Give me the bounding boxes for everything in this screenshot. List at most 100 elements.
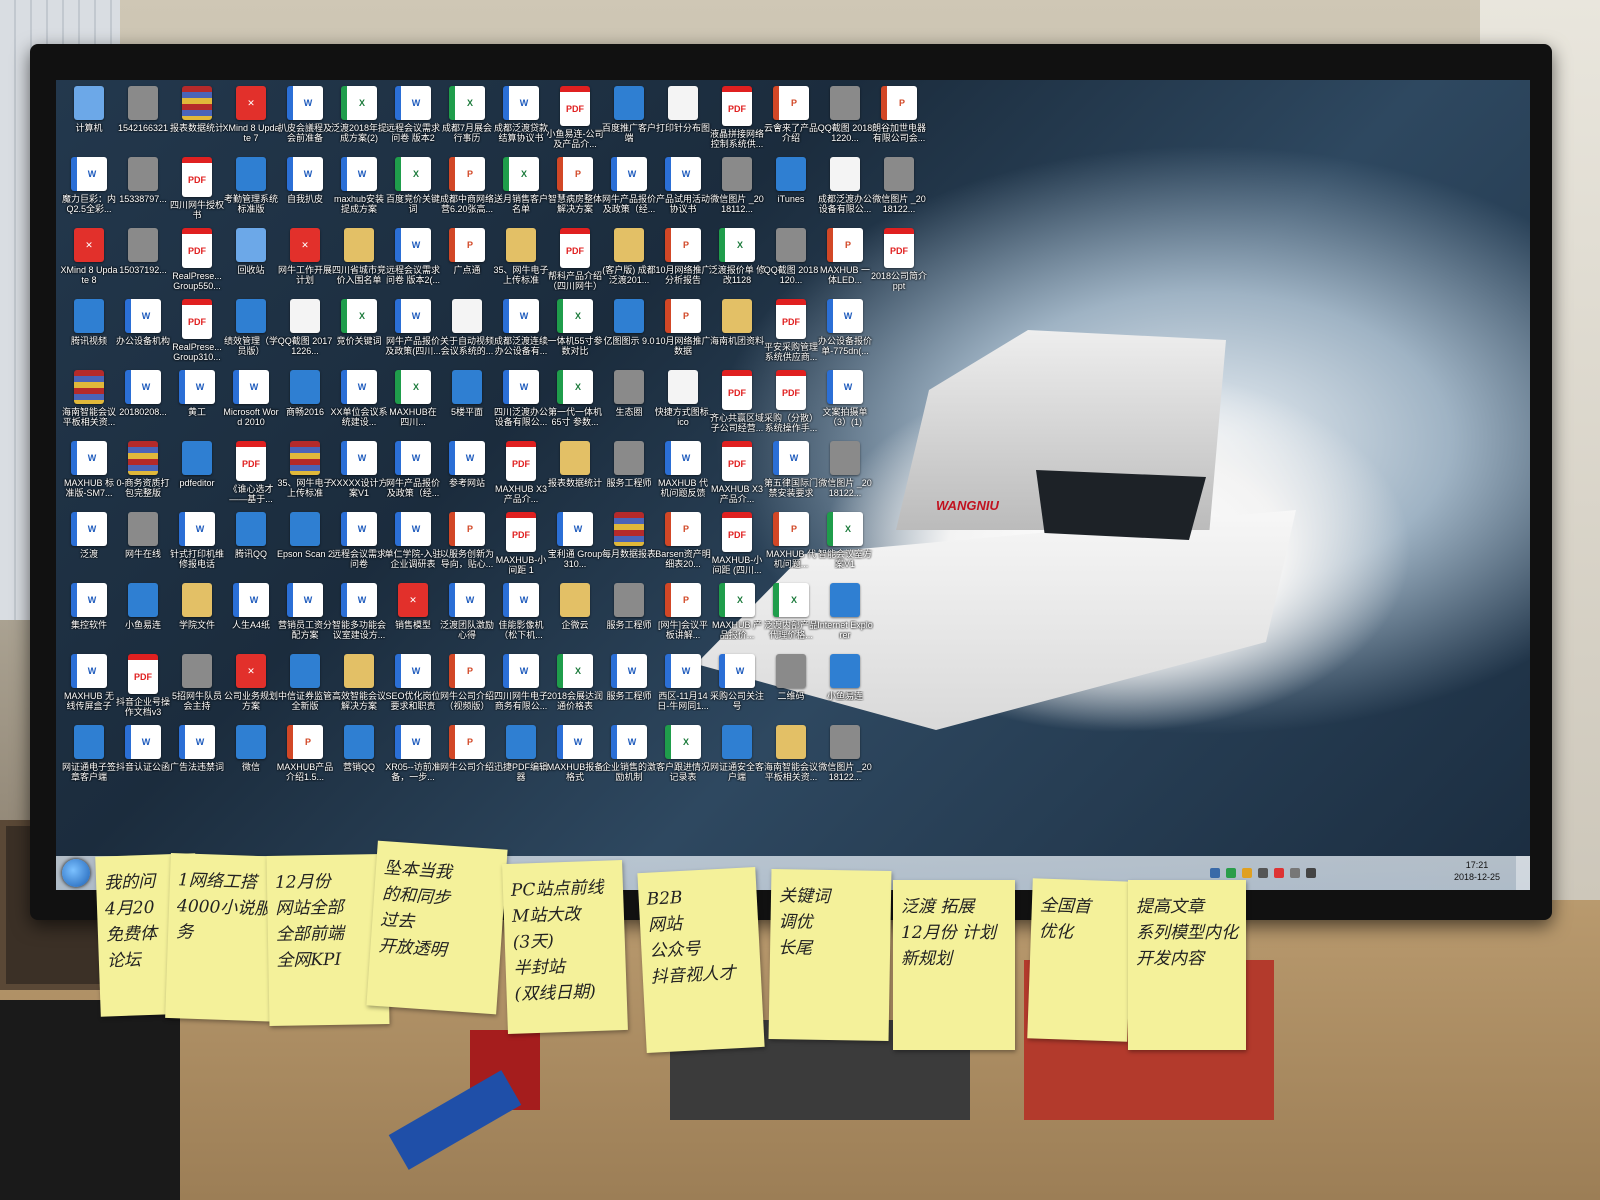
desktop-icon[interactable]: W 网牛产品报价及政策(四川... [384,299,442,367]
desktop-icon[interactable]: X 2018会展达润通价格表 [546,654,604,722]
desktop-icon[interactable]: 生态圈 [600,370,658,438]
desktop-icon[interactable]: W MAXHUB报备格式 [546,725,604,793]
desktop-icon[interactable]: PDF 帮科产品介绍（四川网牛） [546,228,604,296]
desktop-icon[interactable]: W XR05--访前准备，一步... [384,725,442,793]
desktop-icon[interactable]: 考勤管理系统 标准版 [222,157,280,225]
desktop-icon[interactable]: 腾讯QQ [222,512,280,580]
desktop-icon[interactable]: 小鱼易连 [114,583,172,651]
desktop-icon[interactable]: W 企业销售的激励机制 [600,725,658,793]
desktop-icon[interactable]: P 成都中商网络营6.20张高... [438,157,496,225]
desktop-icon[interactable]: W 集控软件 [60,583,118,651]
desktop-icon[interactable]: QQ截图 20181220... [816,86,874,154]
desktop-icon[interactable]: 5楼平面 [438,370,496,438]
clock[interactable]: 17:21 2018-12-25 [1454,859,1500,883]
desktop-icon[interactable]: W 智能多功能会议室建设方... [330,583,388,651]
desktop-icon[interactable]: W 办公设备报价单-775dn(... [816,299,874,367]
desktop-icon[interactable]: W 采购公司关注号 [708,654,766,722]
desktop-icon[interactable]: 海南智能会议平板相关资... [60,370,118,438]
desktop-icon[interactable]: (客户版) 成都泛渡201... [600,228,658,296]
desktop-icon[interactable]: 网牛在线 [114,512,172,580]
desktop-icon[interactable]: X MAXHUB 产品报价... [708,583,766,651]
desktop-icon[interactable]: W MAXHUB 无线传屏盒子 [60,654,118,722]
desktop-icon[interactable]: X 第一代一体机 65寸 参数... [546,370,604,438]
desktop-icon[interactable]: 微信图片 _2018112... [708,157,766,225]
desktop-icon[interactable]: PDF 采购（分散）系统操作手... [762,370,820,438]
desktop-icon[interactable]: W 针式打印机维修报电话 [168,512,226,580]
desktop-icon[interactable]: W 成都泛渡贷款结算协议书 [492,86,550,154]
desktop-icon[interactable]: Internet Explorer [816,583,874,651]
desktop-icon[interactable]: W 宝利通 Group310... [546,512,604,580]
desktop-icon[interactable]: 5招网牛队员会主持 [168,654,226,722]
desktop-icon[interactable]: 15338797... [114,157,172,225]
desktop-icon[interactable]: W MAXHUB 代机问题反馈 [654,441,712,509]
desktop-icon[interactable]: PDF RealPrese... Group310... [168,299,226,367]
desktop-icon[interactable]: P Barsen资产明细表20... [654,512,712,580]
desktop-icon[interactable]: X 成都7月展会行事历 [438,86,496,154]
desktop-icon[interactable]: 35、网牛电子上传标准 [492,228,550,296]
desktop-icon[interactable]: W 网牛产品报价及政策（经... [384,441,442,509]
desktop-icon[interactable]: PDF 液晶拼接网络控制系统供... [708,86,766,154]
desktop-icon[interactable]: W 远程会议需求问卷 [330,512,388,580]
desktop-icon[interactable]: Wmaxhub安装提成方案 [330,157,388,225]
tray-icon[interactable] [1210,868,1220,878]
tray-icon[interactable] [1258,868,1268,878]
desktop-icon[interactable]: W 佳能影像机（松下机... [492,583,550,651]
desktop-icon[interactable]: W 广告法违禁词 [168,725,226,793]
desktop-icon[interactable]: W 泛渡 [60,512,118,580]
desktop-icon[interactable]: PDF 齐心共赢区域子公司经营... [708,370,766,438]
desktop-icon[interactable]: 快捷方式图标.ico [654,370,712,438]
desktop-icon[interactable]: X 百度竞价关键词 [384,157,442,225]
desktop-icon[interactable]: X 泛渡2018年提成方案(2) [330,86,388,154]
desktop-icon[interactable]: ✕ 网牛工作开展计划 [276,228,334,296]
desktop-icon[interactable]: PDF 抖音企业号操作文档v3 [114,654,172,722]
desktop-icon[interactable]: 腾讯视频 [60,299,118,367]
desktop-icon[interactable]: PDF MAXHUB X3 产品介... [708,441,766,509]
desktop-icon[interactable]: 企微云 [546,583,604,651]
tray-icon[interactable] [1226,868,1236,878]
desktop-icon[interactable]: 百度推广客户端 [600,86,658,154]
desktop-icon[interactable]: 小鱼易连 [816,654,874,722]
desktop-icon[interactable]: P 广点通 [438,228,496,296]
desktop-icon[interactable]: 服务工程师 [600,441,658,509]
desktop-icon[interactable]: 打印针分布图 [654,86,712,154]
desktop-icon[interactable]: PDF MAXHUB-小间距 (四川... [708,512,766,580]
desktop-icon[interactable]: W 西区-11月14日-牛网同1... [654,654,712,722]
desktop-icon[interactable]: 报表数据统计 [546,441,604,509]
desktop-icon[interactable]: 1542166321 [114,86,172,154]
desktop-icon[interactable]: ✕ XMind 8 Update 8 [60,228,118,296]
desktop-icon[interactable]: 关于自动视频会议系统的... [438,299,496,367]
desktop-icon[interactable]: 二维码 [762,654,820,722]
desktop-icon[interactable]: 微信图片 _2018122... [816,441,874,509]
desktop-icon[interactable]: 微信 [222,725,280,793]
desktop-icon[interactable]: P 网牛公司介绍（视频版） [438,654,496,722]
tray-icon[interactable] [1242,868,1252,878]
desktop-icon[interactable]: W 办公设备机构 [114,299,172,367]
desktop-icon[interactable]: X 智能会议室方案V1 [816,512,874,580]
desktop-icon[interactable]: 35、网牛电子上传标准 [276,441,334,509]
desktop-icon[interactable]: 迅捷PDF编辑器 [492,725,550,793]
desktop-icon[interactable]: W 黄工 [168,370,226,438]
desktop-icon[interactable]: 每月数据报表 [600,512,658,580]
desktop-icon[interactable]: W 自我扒皮 [276,157,334,225]
desktop-icon[interactable]: 四川省城市竞价入围名单 [330,228,388,296]
desktop-icon[interactable]: X MAXHUB在 四川... [384,370,442,438]
desktop-icon[interactable]: W MAXHUB 标准版-SM7... [60,441,118,509]
desktop-icon[interactable]: W XXXXX设计方案V1 [330,441,388,509]
desktop-icon[interactable]: 商畅2016 [276,370,334,438]
desktop-icon[interactable]: X 泛渡内部产品代理价格... [762,583,820,651]
desktop-icon[interactable]: QQ截图 20171226... [276,299,334,367]
desktop-icon[interactable]: W 远程会议需求问卷 版本2(... [384,228,442,296]
desktop-icon[interactable]: W 产品试用活动协议书 [654,157,712,225]
desktop-icon[interactable]: W 参考网站 [438,441,496,509]
desktop-icon[interactable]: W 魔力巨彩：内Q2.5全彩... [60,157,118,225]
desktop-icon[interactable]: X 泛渡报价单 修改1128 [708,228,766,296]
desktop-icon[interactable]: W 扒皮会議程及会前准备 [276,86,334,154]
desktop-icon[interactable]: W 20180208... [114,370,172,438]
desktop-icon[interactable]: P MAXHUB 代机问题... [762,512,820,580]
desktop-icon[interactable]: 绩效管理（学员版） [222,299,280,367]
desktop-icon[interactable]: 学院文件 [168,583,226,651]
desktop-icon[interactable]: 海南机团资料 [708,299,766,367]
volume-icon[interactable] [1290,868,1300,878]
desktop-icon[interactable]: 中信证券监管全新版 [276,654,334,722]
desktop-icon[interactable]: 高效智能会议解决方案 [330,654,388,722]
